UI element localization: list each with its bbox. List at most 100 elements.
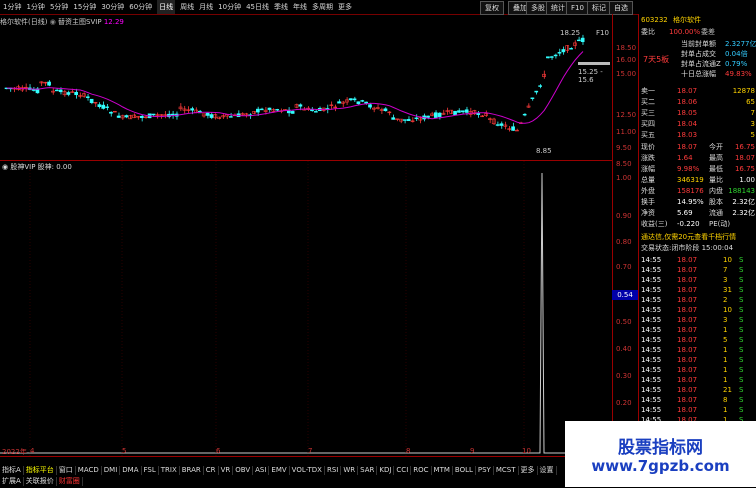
period-tab[interactable]: 15分钟	[73, 0, 96, 14]
candle-body	[433, 112, 438, 118]
quote-label2: 股本	[709, 198, 723, 206]
toolbar-button[interactable]: 自选	[609, 1, 633, 15]
quote-label2: PE(动)	[709, 220, 731, 228]
kline-svg	[4, 34, 610, 132]
quote-label: 换手	[641, 198, 655, 206]
candle-body	[457, 110, 461, 113]
period-tab[interactable]: 多周期	[312, 0, 333, 14]
period-tab[interactable]: 10分钟	[218, 0, 241, 14]
order-volume: 5	[750, 131, 755, 139]
indicator-pane[interactable]: ◉ 股神VIP 股神: 0.00	[0, 160, 612, 457]
indicator-tab[interactable]: 更多	[519, 466, 538, 475]
indicator-tab[interactable]: 窗口	[57, 466, 76, 475]
toolbar-button[interactable]: F10	[566, 1, 589, 15]
quote-row: 涨幅 9.98% 最低 16.75	[639, 164, 756, 175]
candle-body	[368, 104, 372, 108]
period-tab[interactable]: 5分钟	[50, 0, 68, 14]
period-tab[interactable]: 周线	[180, 0, 194, 14]
indicator-tab[interactable]: DMI	[102, 466, 121, 475]
indicator-dot-icon: ◉	[49, 18, 56, 26]
indicator-tab[interactable]: TRIX	[159, 466, 180, 475]
quote-value: 9.98%	[677, 165, 700, 173]
candle-body	[54, 89, 59, 92]
quote-value: 346319	[677, 176, 704, 184]
indicator-tab[interactable]: BOLL	[453, 466, 476, 475]
candle-body	[364, 101, 368, 104]
indicator-tab[interactable]: MTM	[432, 466, 453, 475]
indicator-tab[interactable]: KDJ	[377, 466, 395, 475]
indicator-name[interactable]: 股神VIP	[10, 163, 35, 171]
indicator-tab[interactable]: CCI	[394, 466, 412, 475]
period-tab[interactable]: 季线	[274, 0, 288, 14]
extension-tab[interactable]: 财富圈	[57, 477, 83, 486]
indicator-axis-label: 0.80	[616, 238, 632, 246]
indicator-tab[interactable]: VR	[219, 466, 234, 475]
indicator-tab[interactable]: MACD	[76, 466, 102, 475]
quote-label: 收益(三)	[641, 220, 668, 228]
indicator-tab[interactable]: RSI	[325, 466, 342, 475]
extension-tab[interactable]: 关联报价	[24, 477, 57, 486]
indicator-tab[interactable]: 指标平台	[24, 466, 57, 475]
toolbar-button[interactable]: 复权	[480, 1, 504, 15]
chart-subtitle: 格尔软件(日线) ◉ 替资主图SVIP 12.29	[0, 16, 124, 28]
indicator-tab[interactable]: VOL-TDX	[290, 466, 325, 475]
candle-body	[522, 113, 527, 116]
ma-line	[6, 51, 584, 124]
quote-row: 总量 346319 量比 1.00	[639, 175, 756, 186]
quote-value: -0.220	[677, 220, 700, 228]
period-tab[interactable]: 45日线	[246, 0, 269, 14]
upgrade-notice[interactable]: 通达信,仅需20元查看千档行情	[641, 232, 736, 242]
period-tab[interactable]: 日线	[157, 0, 176, 14]
quote-value: 158176	[677, 187, 704, 195]
indicator-tab[interactable]: SAR	[358, 466, 378, 475]
indicator-tab[interactable]: CR	[204, 466, 219, 475]
indicator-tab[interactable]: FSL	[142, 466, 159, 475]
quote-label: 现价	[641, 143, 655, 151]
indicator-tab[interactable]: MCST	[494, 466, 519, 475]
period-tab[interactable]: 1分钟	[3, 0, 21, 14]
extension-tab[interactable]: 扩展A	[0, 477, 24, 486]
quote-label: 涨跌	[641, 154, 655, 162]
board-count: 7天5板	[643, 55, 670, 64]
indicator-tab[interactable]: DMA	[120, 466, 142, 475]
candle-body	[549, 56, 554, 58]
indicator-tab[interactable]: 指标A	[0, 466, 24, 475]
order-book-row: 买三 18.05 7	[639, 108, 756, 119]
indicator-tab[interactable]: WR	[341, 466, 359, 475]
order-volume: 7	[750, 109, 755, 117]
candle-body	[437, 112, 442, 117]
indicator-tab[interactable]: BRAR	[180, 466, 204, 475]
candle-body	[352, 98, 357, 101]
period-tab[interactable]: 1分钟	[26, 0, 44, 14]
candle-body	[89, 98, 94, 103]
toolbar-button[interactable]: 标记	[587, 1, 611, 15]
main-indicator-name[interactable]: 替资主图SVIP	[58, 18, 102, 26]
order-price: 18.06	[677, 98, 698, 106]
quote-value2: 2.32亿	[732, 198, 755, 206]
indicator-tab[interactable]: ASI	[253, 466, 270, 475]
period-tab[interactable]: 60分钟	[129, 0, 152, 14]
price-chart[interactable]: 18.25 15.25 - 15.6 8.85 F10	[0, 28, 612, 158]
quote-value: 14.95%	[677, 198, 704, 206]
indicator-tab[interactable]: ROC	[411, 466, 432, 475]
indicator-axis-label: 0.90	[616, 212, 632, 220]
candle-body	[406, 119, 411, 122]
trade-status-time: 15:00:04	[701, 244, 734, 252]
order-level: 卖一	[641, 87, 655, 95]
period-tab[interactable]: 更多	[338, 0, 352, 14]
order-price: 18.05	[677, 109, 698, 117]
candle-body	[495, 124, 500, 126]
period-tab[interactable]: 30分钟	[101, 0, 124, 14]
indicator-tab[interactable]: 设置	[538, 466, 557, 475]
indicator-tab[interactable]: OBV	[233, 466, 254, 475]
candle-body	[499, 123, 504, 126]
period-tab[interactable]: 月线	[199, 0, 213, 14]
indicator-tab[interactable]: PSY	[476, 466, 494, 475]
quote-value2: 16.75	[734, 165, 755, 173]
candle-body	[538, 85, 542, 87]
indicator-tab[interactable]: EMV	[269, 466, 290, 475]
order-volume: 3	[750, 120, 755, 128]
quote-row: 收益(三) -0.220 PE(动)	[639, 219, 756, 230]
period-tab[interactable]: 年线	[293, 0, 307, 14]
candle-body	[190, 108, 194, 111]
